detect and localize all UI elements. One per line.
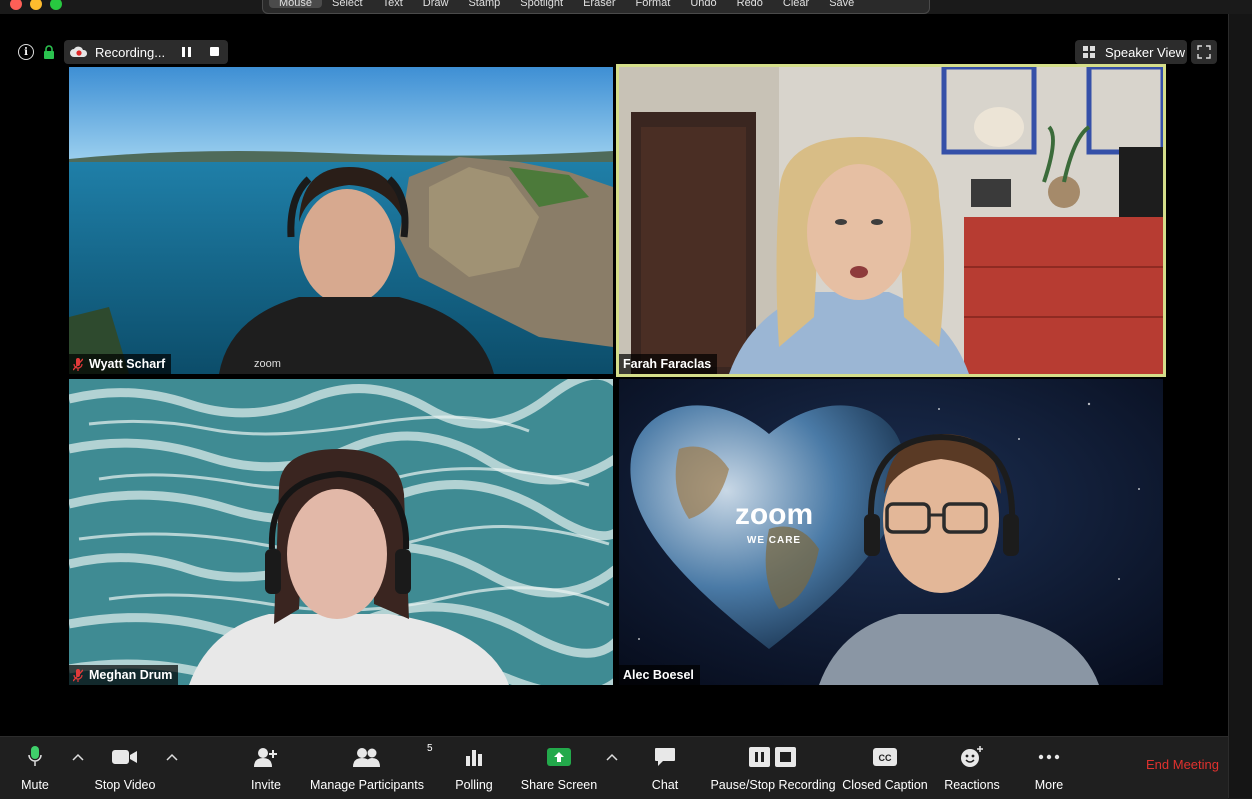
chat-button[interactable]: Chat [646,737,684,799]
reactions-label: Reactions [944,778,1000,792]
recording-status-text: Recording... [95,44,166,60]
stop-video-button[interactable]: Stop Video [92,737,158,799]
participant-name-tag: Wyatt Scharf [69,354,172,374]
chevron-up-icon[interactable] [606,753,618,761]
participant-name-tag: Alec Boesel [619,665,700,685]
microphone-icon [28,746,42,766]
annotate-tool-eraser[interactable]: Eraser [573,0,625,9]
lock-icon[interactable] [43,45,55,59]
manage-participants-label: Manage Participants [310,778,424,792]
invite-button[interactable]: Invite [246,737,286,799]
participant-name-tag: Farah Faraclas [619,354,718,374]
muted-mic-icon [73,668,83,682]
video-tile-farah-faraclas[interactable]: Farah Faraclas [619,67,1163,374]
participant-name: Wyatt Scharf [89,357,166,371]
side-panel-edge [1228,14,1252,798]
annotate-tool-clear[interactable]: Clear [773,0,819,9]
bar-chart-icon [466,750,482,766]
polling-button[interactable]: Polling [452,737,496,799]
more-button[interactable]: More [1032,737,1066,799]
mute-label: Mute [21,778,49,792]
meeting-controls-toolbar: Mute Stop Video Invite 5 Manage Particip… [0,736,1228,799]
video-feed-ocean-waves [69,379,613,685]
window-controls [10,0,62,12]
share-screen-label: Share Screen [520,778,598,792]
add-user-icon [254,748,277,767]
minimize-window-button[interactable] [30,0,42,10]
annotate-tool-mouse[interactable]: Mouse [269,0,323,9]
invite-label: Invite [251,778,281,792]
annotate-tool-undo[interactable]: Undo [680,0,726,9]
annotation-toolbar: Mouse Select Text Draw Stamp Spotlight E… [262,0,930,14]
video-feed-zoom-heart: zoom WE CARE [619,379,1163,685]
closed-caption-label: Closed Caption [842,778,928,792]
recording-indicator: Recording... [64,40,228,64]
participant-name: Farah Faraclas [623,357,712,371]
video-tile-alec-boesel[interactable]: zoom WE CARE Alec Boesel [619,379,1163,685]
close-window-button[interactable] [10,0,22,10]
participant-name: Meghan Drum [89,668,173,682]
we-care-text: WE CARE [747,535,801,546]
stop-video-label: Stop Video [94,778,156,792]
speaker-view-icon [1083,46,1095,58]
info-icon[interactable]: i [18,44,34,60]
reactions-button[interactable]: Reactions [943,737,1001,799]
stop-recording-icon[interactable] [210,47,219,56]
pause-stop-recording-icon [749,747,796,767]
chat-label: Chat [651,778,679,792]
video-feed-room [619,67,1163,374]
chevron-up-icon[interactable] [72,753,84,761]
cloud-recording-icon [70,46,88,57]
polling-label: Polling [455,778,493,792]
end-meeting-button[interactable]: End Meeting [1146,757,1219,772]
annotate-tool-stamp[interactable]: Stamp [458,0,510,9]
video-feed-sea-cliff: zoom [69,67,613,374]
speaker-view-label: Speaker View [1105,44,1185,60]
reactions-icon [961,746,983,767]
participant-count-badge: 5 [427,743,433,754]
pause-recording-icon[interactable] [182,47,191,57]
annotate-tool-draw[interactable]: Draw [413,0,459,9]
more-dots-icon [1038,754,1060,760]
participants-icon [353,748,380,767]
video-tile-wyatt-scharf[interactable]: zoom Wyatt Scharf [69,67,613,374]
video-camera-icon [112,750,137,764]
annotate-tool-select[interactable]: Select [322,0,373,9]
video-gallery: i Recording... Speaker View zoom Wyatt S… [0,14,1228,736]
svg-text:zoom: zoom [254,358,281,370]
chevron-up-icon[interactable] [166,753,178,761]
participant-name-tag: Meghan Drum [69,665,179,685]
closed-caption-icon: CC [873,748,897,766]
pause-stop-recording-label: Pause/Stop Recording [710,778,836,792]
share-screen-button[interactable]: Share Screen [520,737,598,799]
chat-icon [655,748,675,766]
annotate-tool-spotlight[interactable]: Spotlight [510,0,573,9]
annotate-tool-redo[interactable]: Redo [727,0,773,9]
cc-text: CC [879,753,892,763]
zoom-logo-text: zoom [735,498,813,531]
muted-mic-icon [73,357,83,371]
annotate-tool-format[interactable]: Format [625,0,680,9]
speaker-view-button[interactable]: Speaker View [1075,40,1187,64]
fullscreen-button[interactable] [1191,40,1217,64]
annotate-tool-save[interactable]: Save [819,0,864,9]
mute-button[interactable]: Mute [14,737,56,799]
annotate-tool-text[interactable]: Text [373,0,413,9]
closed-caption-button[interactable]: CC Closed Caption [842,737,928,799]
more-label: More [1034,778,1064,792]
share-screen-icon [547,748,571,766]
zoom-window-button[interactable] [50,0,62,10]
video-tile-meghan-drum[interactable]: Meghan Drum [69,379,613,685]
manage-participants-button[interactable]: 5 Manage Participants [310,737,433,799]
fullscreen-icon [1197,45,1211,59]
pause-stop-recording-button[interactable]: Pause/Stop Recording [710,737,836,799]
participant-name: Alec Boesel [623,668,694,682]
